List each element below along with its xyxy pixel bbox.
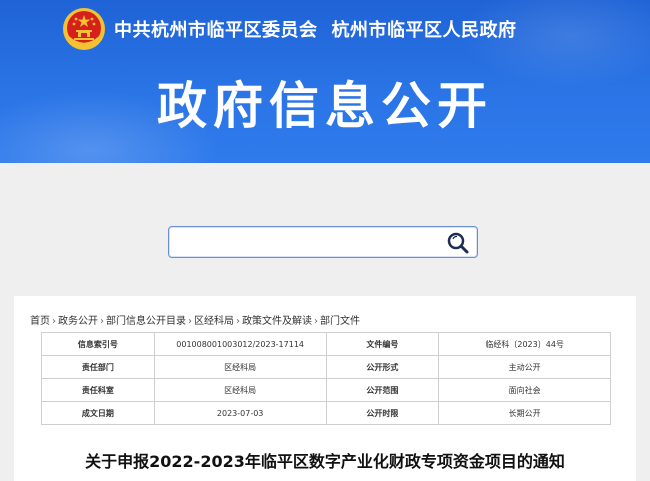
org-party-name: 中共杭州市临平区委员会: [114, 20, 318, 41]
meta-value: 面向社会: [438, 378, 611, 402]
meta-value: 区经科局: [153, 378, 327, 402]
breadcrumb-separator: ›: [314, 316, 318, 327]
magnifier-icon[interactable]: [445, 230, 471, 256]
table-row: 信息索引号 001008001003012/2023-17114 文件编号 临经…: [41, 332, 611, 356]
breadcrumb: 首页 › 政务公开 › 部门信息公开目录 › 区经科局 › 政策文件及解读 › 部门文件: [30, 312, 360, 327]
table-row: 成文日期 2023-07-03 公开时限 长期公开: [41, 401, 611, 425]
org-gov-name: 杭州市临平区人民政府: [331, 20, 517, 41]
content-panel: 首页 › 政务公开 › 部门信息公开目录 › 区经科局 › 政策文件及解读 › 部门文件 信息索引号…: [14, 296, 636, 481]
document-title: 关于申报2022-2023年临平区数字产业化财政专项资金项目的通知: [85, 452, 565, 471]
breadcrumb-department[interactable]: 区经科局: [194, 316, 234, 327]
breadcrumb-separator: ›: [236, 316, 240, 327]
breadcrumb-gov-affairs[interactable]: 政务公开: [58, 316, 98, 327]
meta-value: 临经科〔2023〕44号: [438, 332, 611, 356]
meta-key: 公开范围: [325, 378, 440, 402]
meta-key: 文件编号: [325, 332, 440, 356]
meta-key: 信息索引号: [41, 332, 155, 356]
meta-key: 公开形式: [325, 355, 440, 379]
meta-value: 001008001003012/2023-17114: [153, 332, 327, 356]
breadcrumb-separator: ›: [188, 316, 192, 327]
breadcrumb-dept-docs[interactable]: 部门文件: [320, 316, 360, 327]
page-title: 政府信息公开: [157, 77, 493, 135]
breadcrumb-separator: ›: [52, 316, 56, 327]
breadcrumb-policy-docs[interactable]: 政策文件及解读: [242, 316, 312, 327]
search-box: [168, 226, 478, 258]
meta-key: 成文日期: [41, 401, 155, 425]
table-row: 责任科室 区经科局 公开范围 面向社会: [41, 378, 611, 402]
meta-value: 长期公开: [438, 401, 611, 425]
table-row: 责任部门 区经科局 公开形式 主动公开: [41, 355, 611, 379]
meta-value: 主动公开: [438, 355, 611, 379]
breadcrumb-separator: ›: [100, 316, 104, 327]
organization-names: 中共杭州市临平区委员会 杭州市临平区人民政府: [114, 16, 531, 42]
header-banner: 中共杭州市临平区委员会 杭州市临平区人民政府 政府信息公开: [0, 0, 650, 163]
meta-key: 公开时限: [325, 401, 440, 425]
breadcrumb-home[interactable]: 首页: [30, 316, 50, 327]
meta-value: 2023-07-03: [153, 401, 327, 425]
meta-key: 责任部门: [41, 355, 155, 379]
breadcrumb-dept-catalog[interactable]: 部门信息公开目录: [106, 316, 186, 327]
meta-key: 责任科室: [41, 378, 155, 402]
national-emblem-icon: [63, 8, 105, 50]
document-metadata-table: 信息索引号 001008001003012/2023-17114 文件编号 临经…: [41, 332, 611, 425]
search-input[interactable]: [175, 231, 445, 253]
meta-value: 区经科局: [153, 355, 327, 379]
